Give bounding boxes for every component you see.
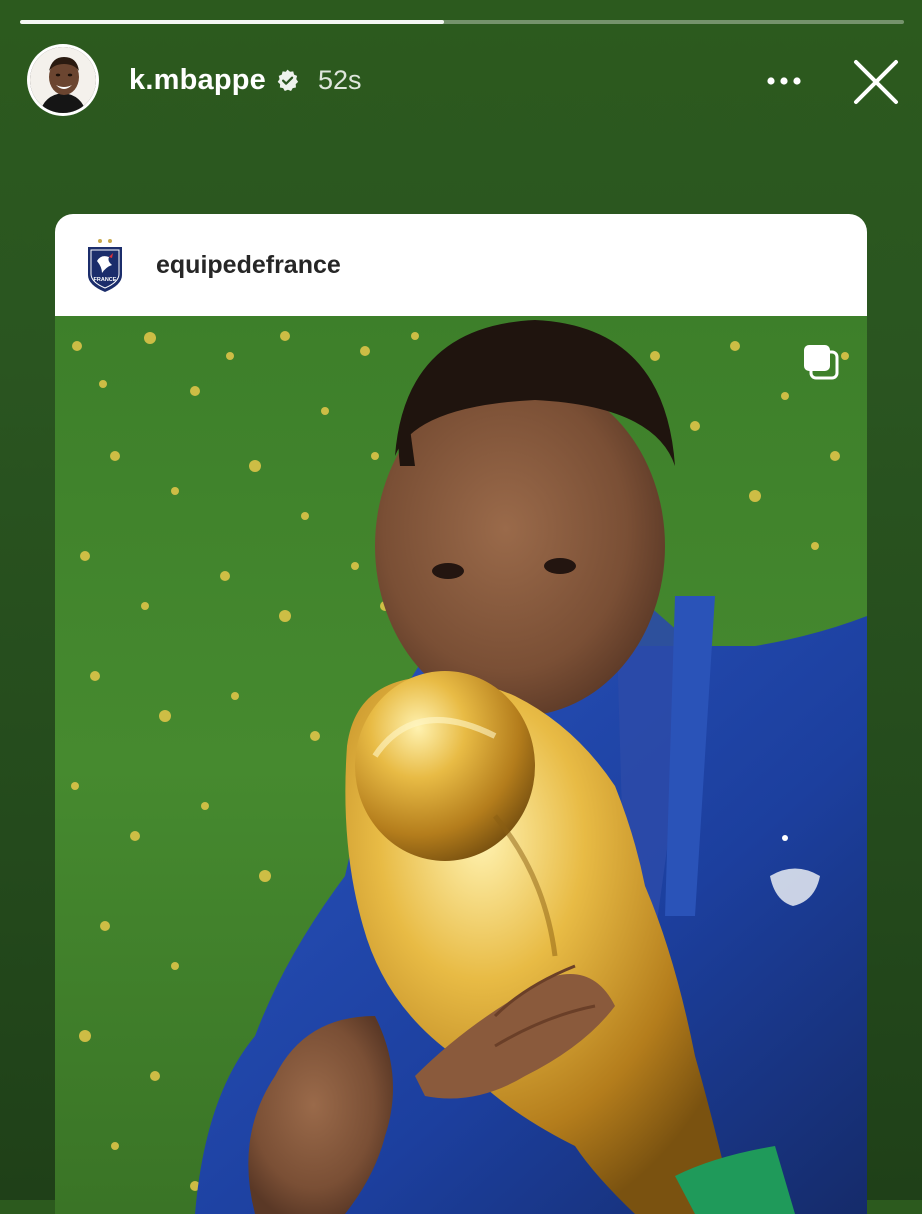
more-horizontal-icon [767,77,801,85]
story-header: k.mbappe 52s [27,43,902,117]
story-progress-bar [20,20,904,24]
story-timestamp: 52s [317,64,362,95]
avatar-photo [30,47,96,113]
story-progress-fill [20,20,445,24]
more-options-button[interactable] [764,61,804,101]
shared-post-header: FRANCE equipedefrance [55,214,867,316]
verified-badge-icon [275,68,300,93]
close-button[interactable] [849,55,903,109]
story-username[interactable]: k.mbappe [129,64,266,97]
close-icon [854,60,898,104]
carousel-icon [801,342,841,382]
post-image [55,316,867,1214]
shared-post-author[interactable]: equipedefrance [156,251,341,280]
shared-post-photo[interactable] [55,316,867,1214]
shared-post-card[interactable]: FRANCE equipedefrance [55,214,867,1214]
team-logo-text: FRANCE [94,277,117,283]
team-logo[interactable]: FRANCE [83,236,127,294]
avatar[interactable] [27,44,99,116]
